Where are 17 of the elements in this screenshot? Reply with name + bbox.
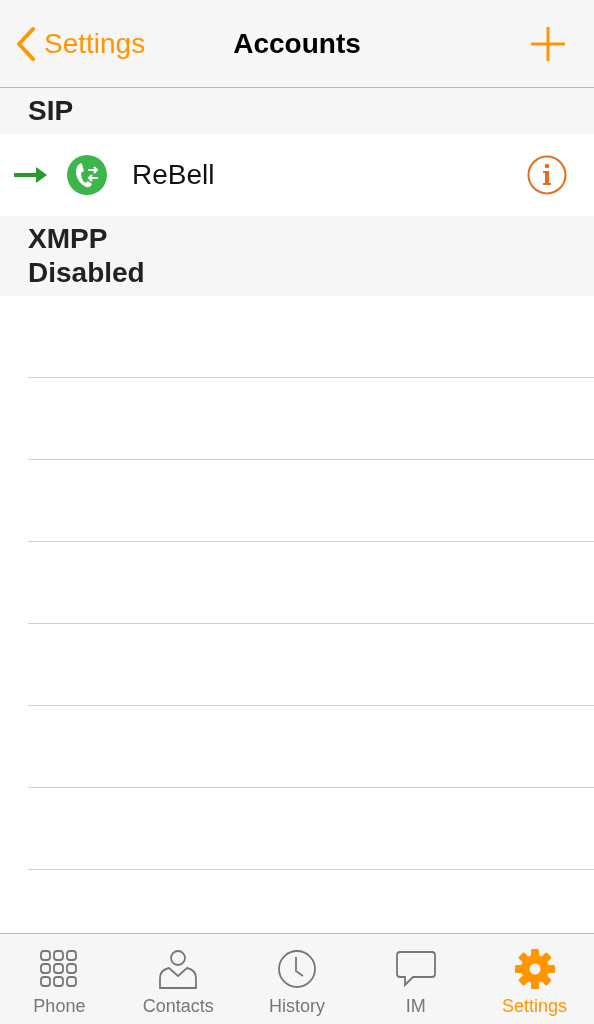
chevron-left-icon [16,26,36,61]
section-status: Disabled [28,256,146,290]
section-title: XMPP [28,222,109,256]
clock-icon [276,948,318,990]
tab[interactable]: IM [356,934,476,1024]
info-icon[interactable] [527,155,567,195]
person-icon [157,948,200,990]
chat-bubble-icon [394,948,437,990]
tab[interactable]: Contacts [118,934,238,1024]
tab[interactable]: History [237,934,357,1024]
screen-title: Accounts [233,27,361,60]
settings-icon [513,948,556,990]
add-icon[interactable] [530,26,566,62]
section-title: SIP [28,94,75,128]
phone-logo-icon [66,154,108,196]
tab[interactable]: Phone [0,934,119,1024]
account-name: ReBell [132,159,216,191]
